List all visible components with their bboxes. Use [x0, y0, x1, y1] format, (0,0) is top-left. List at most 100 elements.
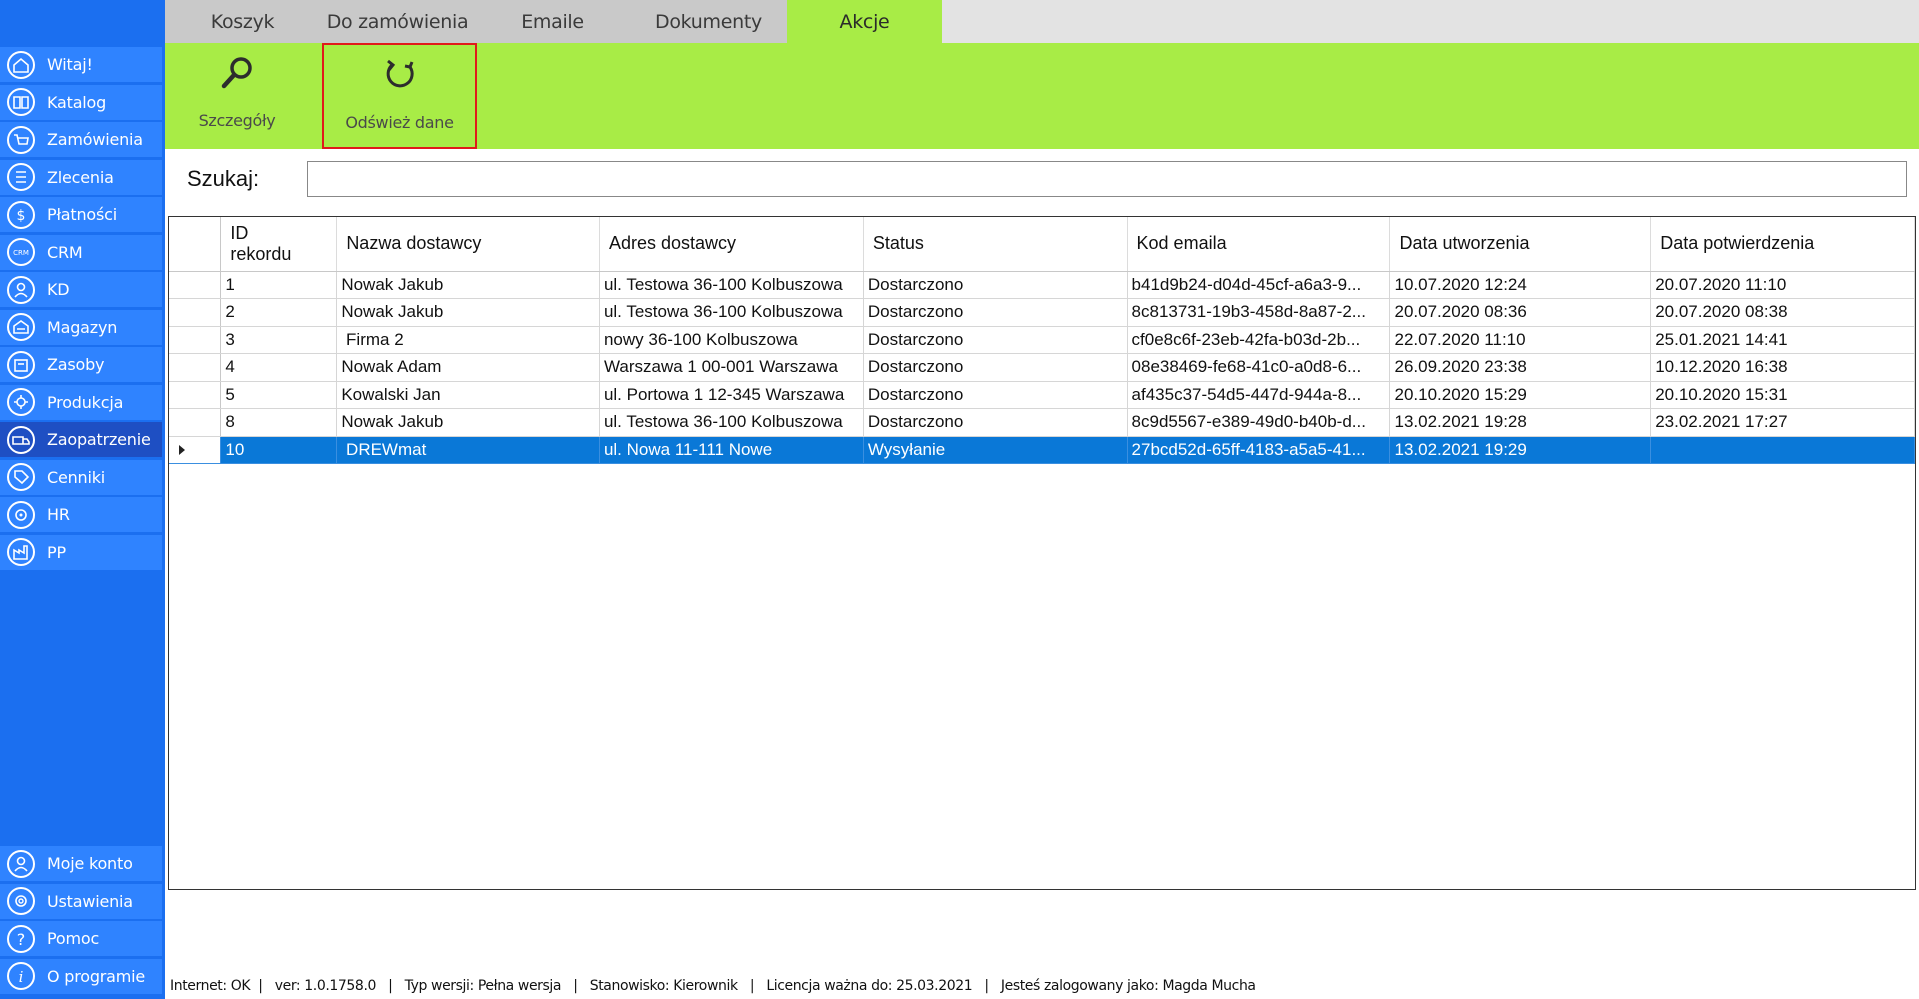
table-cell[interactable]: nowy 36-100 Kolbuszowa: [599, 326, 864, 354]
table-cell[interactable]: Nowak Jakub: [336, 271, 600, 299]
sidebar-item-moje-konto[interactable]: Moje konto: [0, 846, 162, 881]
table-cell[interactable]: af435c37-54d5-447d-944a-8...: [1127, 381, 1391, 409]
table-cell[interactable]: Dostarczono: [863, 271, 1128, 299]
column-header-created-date[interactable]: Data utworzenia: [1389, 217, 1652, 272]
sidebar-item-płatności[interactable]: $ Płatności: [0, 197, 162, 232]
table-cell[interactable]: 20.10.2020 15:29: [1389, 381, 1652, 409]
table-cell[interactable]: 25.01.2021 14:41: [1650, 326, 1915, 354]
ribbon-toolbar: Szczegóły Odśwież dane: [165, 43, 1919, 149]
column-header-email-code[interactable]: Kod emaila: [1127, 217, 1391, 272]
refresh-data-button[interactable]: Odśwież dane: [322, 43, 477, 149]
table-cell[interactable]: Dostarczono: [863, 408, 1128, 437]
table-cell[interactable]: Dostarczono: [863, 353, 1128, 382]
tab-akcje[interactable]: Akcje: [787, 0, 942, 43]
table-cell[interactable]: Wysyłanie: [863, 436, 1128, 464]
table-cell[interactable]: 10: [220, 436, 338, 464]
table-cell[interactable]: Warszawa 1 00-001 Warszawa: [599, 353, 864, 382]
table-row[interactable]: 10 DREWmat ul. Nowa 11-111 Nowe Wysyłanie 2…: [169, 436, 1915, 464]
table-cell[interactable]: 23.02.2021 17:27: [1650, 408, 1915, 437]
sidebar-item-cenniki[interactable]: Cenniki: [0, 459, 162, 495]
table-cell[interactable]: 1: [220, 271, 338, 299]
table-cell[interactable]: 4: [220, 353, 338, 382]
sidebar-item-ustawienia[interactable]: Ustawienia: [0, 883, 162, 919]
table-row[interactable]: 4 Nowak Adam Warszawa 1 00-001 Warszawa Dos…: [169, 353, 1915, 382]
table-cell[interactable]: ul. Nowa 11-111 Nowe: [599, 436, 864, 464]
column-header-supplier-address[interactable]: Adres dostawcy: [599, 217, 864, 272]
tab-koszyk[interactable]: Koszyk: [165, 0, 320, 43]
table-cell[interactable]: 8: [220, 408, 338, 437]
table-row[interactable]: 8 Nowak Jakub ul. Testowa 36-100 Kolbuszow…: [169, 408, 1915, 437]
table-cell[interactable]: 13.02.2021 19:29: [1389, 436, 1652, 464]
table-cell[interactable]: Nowak Jakub: [336, 408, 600, 437]
table-cell[interactable]: ul. Testowa 36-100 Kolbuszowa: [599, 298, 864, 327]
table-cell[interactable]: 13.02.2021 19:28: [1389, 408, 1652, 437]
sidebar-item-pp[interactable]: PP: [0, 534, 162, 570]
table-cell[interactable]: 26.09.2020 23:38: [1389, 353, 1652, 382]
table-cell[interactable]: 20.10.2020 15:31: [1650, 381, 1915, 409]
sidebar-item-zlecenia[interactable]: Zlecenia: [0, 159, 162, 195]
table-cell[interactable]: Dostarczono: [863, 326, 1128, 354]
table-cell[interactable]: 20.07.2020 08:38: [1650, 298, 1915, 327]
table-row[interactable]: 2 Nowak Jakub ul. Testowa 36-100 Kolbuszow…: [169, 298, 1915, 327]
column-header-confirmed-date[interactable]: Data potwierdzenia: [1650, 217, 1915, 272]
sidebar-item-witaj[interactable]: Witaj!: [0, 47, 162, 82]
sidebar-item-o-programie[interactable]: i O programie: [0, 958, 162, 994]
row-header[interactable]: [169, 381, 222, 409]
details-button[interactable]: Szczegóły: [187, 43, 287, 149]
row-header[interactable]: [169, 271, 222, 299]
table-cell[interactable]: DREWmat: [336, 436, 600, 464]
table-row[interactable]: 3 Firma 2 nowy 36-100 Kolbuszowa Dostarczo…: [169, 326, 1915, 354]
sidebar-item-crm[interactable]: CRM CRM: [0, 234, 162, 270]
row-header[interactable]: [169, 436, 222, 464]
tab-do-zamowienia[interactable]: Do zamówienia: [320, 0, 475, 43]
column-header-status[interactable]: Status: [863, 217, 1128, 272]
table-cell[interactable]: 08e38469-fe68-41c0-a0d8-6...: [1127, 353, 1391, 382]
table-cell[interactable]: 20.07.2020 11:10: [1650, 271, 1915, 299]
column-header-id[interactable]: ID rekordu: [220, 217, 338, 272]
table-cell[interactable]: ul. Testowa 36-100 Kolbuszowa: [599, 408, 864, 437]
sidebar-item-zasoby[interactable]: Zasoby: [0, 347, 162, 382]
table-row[interactable]: 1 Nowak Jakub ul. Testowa 36-100 Kolbuszow…: [169, 271, 1915, 299]
table-cell[interactable]: 3: [220, 326, 338, 354]
table-cell[interactable]: cf0e8c6f-23eb-42fa-b03d-2b...: [1127, 326, 1391, 354]
row-header[interactable]: [169, 353, 222, 382]
tab-dokumenty[interactable]: Dokumenty: [630, 0, 787, 43]
column-header-supplier-name[interactable]: Nazwa dostawcy: [336, 217, 600, 272]
sidebar-item-zamówienia[interactable]: Zamówienia: [0, 122, 162, 157]
table-cell[interactable]: 20.07.2020 08:36: [1389, 298, 1652, 327]
table-cell[interactable]: 22.07.2020 11:10: [1389, 326, 1652, 354]
sidebar-item-zaopatrzenie[interactable]: Zaopatrzenie: [0, 422, 162, 457]
table-cell[interactable]: 27bcd52d-65ff-4183-a5a5-41...: [1127, 436, 1391, 464]
table-cell[interactable]: ul. Portowa 1 12-345 Warszawa: [599, 381, 864, 409]
tab-emaile[interactable]: Emaile: [475, 0, 630, 43]
svg-text:i: i: [19, 968, 24, 986]
table-cell[interactable]: Kowalski Jan: [336, 381, 600, 409]
sidebar-item-pomoc[interactable]: ? Pomoc: [0, 921, 162, 956]
table-cell[interactable]: Nowak Jakub: [336, 298, 600, 327]
table-cell[interactable]: b41d9b24-d04d-45cf-a6a3-9...: [1127, 271, 1391, 299]
table-cell[interactable]: Firma 2: [336, 326, 600, 354]
sidebar-item-katalog[interactable]: Katalog: [0, 84, 162, 120]
table-cell[interactable]: 5: [220, 381, 338, 409]
table-cell[interactable]: 8c813731-19b3-458d-8a87-2...: [1127, 298, 1391, 327]
sidebar-item-produkcja[interactable]: Produkcja: [0, 384, 162, 420]
table-cell[interactable]: 10.07.2020 12:24: [1389, 271, 1652, 299]
row-header[interactable]: [169, 408, 222, 437]
table-cell[interactable]: 10.12.2020 16:38: [1650, 353, 1915, 382]
table-cell[interactable]: 8c9d5567-e389-49d0-b40b-d...: [1127, 408, 1391, 437]
table-cell[interactable]: Nowak Adam: [336, 353, 600, 382]
search-input[interactable]: [307, 161, 1907, 197]
table-cell[interactable]: 2: [220, 298, 338, 327]
help-icon: ?: [5, 923, 37, 955]
row-header[interactable]: [169, 298, 222, 327]
table-row[interactable]: 5 Kowalski Jan ul. Portowa 1 12-345 Warsza…: [169, 381, 1915, 409]
sidebar-item-kd[interactable]: KD: [0, 272, 162, 307]
table-cell[interactable]: Dostarczono: [863, 381, 1128, 409]
box-icon: [5, 349, 37, 381]
table-cell[interactable]: [1650, 436, 1915, 464]
table-cell[interactable]: Dostarczono: [863, 298, 1128, 327]
table-cell[interactable]: ul. Testowa 36-100 Kolbuszowa: [599, 271, 864, 299]
row-header[interactable]: [169, 326, 222, 354]
sidebar-item-hr[interactable]: HR: [0, 497, 162, 532]
sidebar-item-magazyn[interactable]: Magazyn: [0, 309, 162, 345]
